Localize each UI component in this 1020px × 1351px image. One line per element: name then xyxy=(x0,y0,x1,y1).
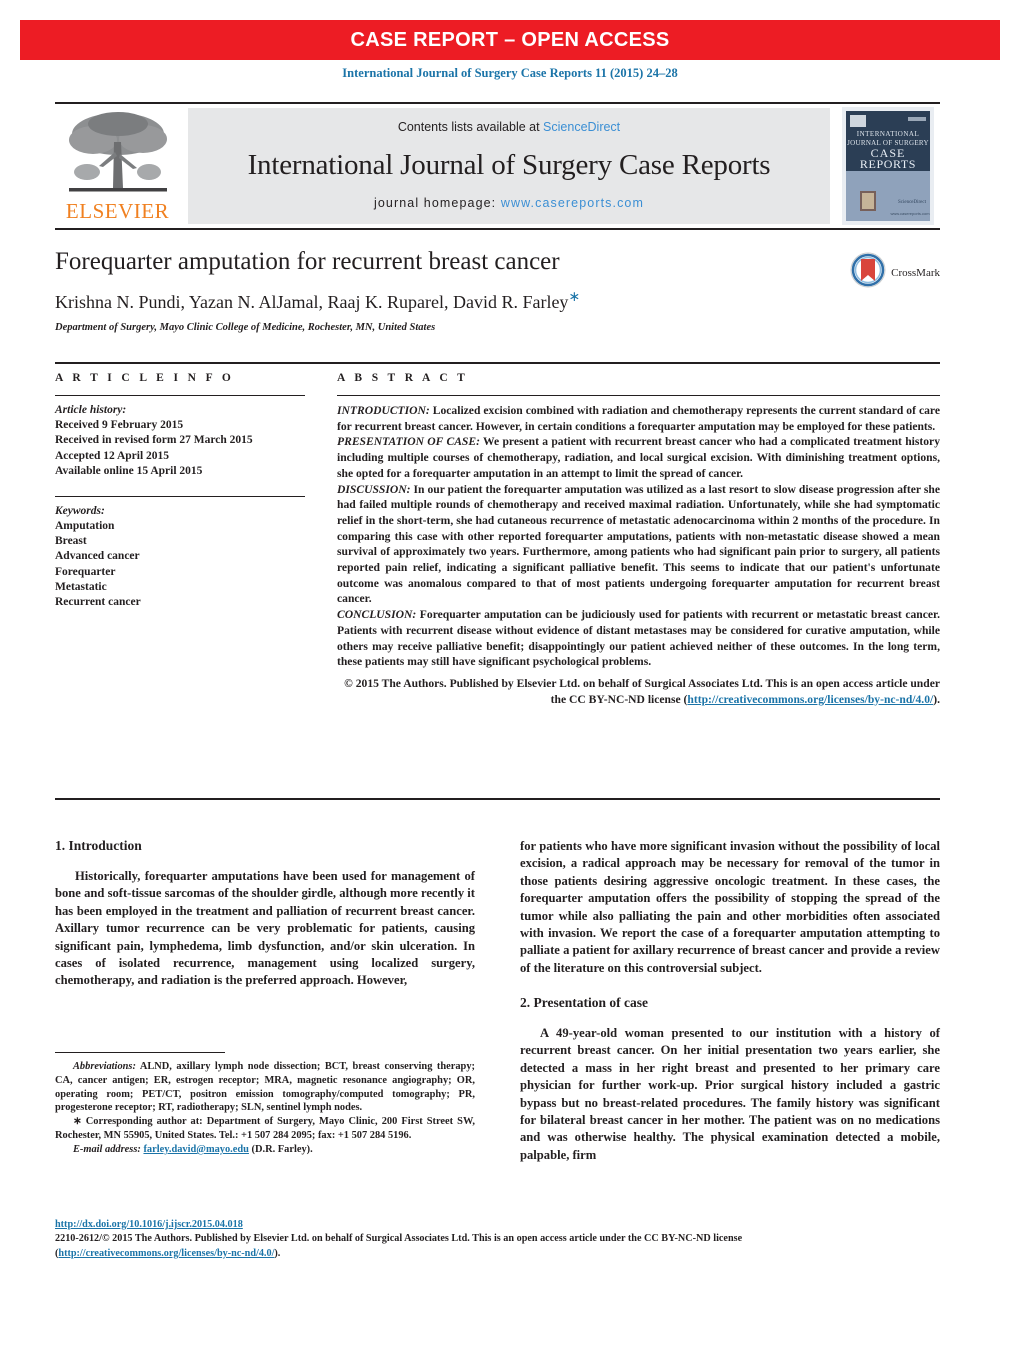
running-head: International Journal of Surgery Case Re… xyxy=(342,66,678,80)
title-divider-rule xyxy=(55,362,940,364)
history-online: Available online 15 April 2015 xyxy=(55,464,203,477)
article-history-label: Article history: xyxy=(55,404,127,416)
author-names: Krishna N. Pundi, Yazan N. AlJamal, Raaj… xyxy=(55,291,569,312)
body-right-column: for patients who have more significant i… xyxy=(520,838,940,1164)
doi-link[interactable]: http://dx.doi.org/10.1016/j.ijscr.2015.0… xyxy=(55,1219,243,1230)
license-close-paren: ). xyxy=(274,1247,281,1259)
abstract-label-presentation: PRESENTATION OF CASE: xyxy=(337,435,480,449)
corresponding-author-star: ∗ xyxy=(73,1116,82,1128)
article-info-divider xyxy=(55,395,305,396)
journal-homepage-link[interactable]: www.casereports.com xyxy=(501,196,644,210)
abstract-label-discussion: DISCUSSION: xyxy=(337,482,411,496)
email-owner: (D.R. Farley). xyxy=(248,1143,313,1155)
author-list: Krishna N. Pundi, Yazan N. AlJamal, Raaj… xyxy=(55,289,940,313)
keywords-label: Keywords: xyxy=(55,504,105,517)
license-line: (http://creativecommons.org/licenses/by-… xyxy=(55,1247,940,1261)
affiliation: Department of Surgery, Mayo Clinic Colle… xyxy=(55,321,436,333)
keyword-item: Forequarter xyxy=(55,565,116,578)
history-revised: Received in revised form 27 March 2015 xyxy=(55,434,253,447)
bottom-doi-block: http://dx.doi.org/10.1016/j.ijscr.2015.0… xyxy=(55,1218,940,1261)
footnotes-block: Abbreviations: ALND, axillary lymph node… xyxy=(55,1060,475,1157)
email-label: E-mail address: xyxy=(73,1143,141,1155)
journal-cover-thumbnail: INTERNATIONAL JOURNAL OF SURGERY CASE RE… xyxy=(836,107,940,225)
abstract-section-introduction: INTRODUCTION: Localized excision combine… xyxy=(337,403,940,434)
journal-homepage-prefix: journal homepage: xyxy=(374,196,501,210)
contents-lists-line: Contents lists available at ScienceDirec… xyxy=(398,120,620,134)
copyright-tail: ). xyxy=(933,692,940,706)
history-received: Received 9 February 2015 xyxy=(55,419,184,432)
abstract-text-discussion: In our patient the forequarter amputatio… xyxy=(337,482,940,606)
bottom-cc-license-link[interactable]: http://creativecommons.org/licenses/by-n… xyxy=(58,1248,274,1259)
article-title-block: Forequarter amputation for recurrent bre… xyxy=(55,248,940,333)
keywords-block: Keywords: Amputation Breast Advanced can… xyxy=(55,504,305,610)
svg-text:www.casereports.com: www.casereports.com xyxy=(890,211,930,216)
page-title: Forequarter amputation for recurrent bre… xyxy=(55,248,560,275)
elsevier-tree-icon xyxy=(63,108,173,200)
open-access-banner: CASE REPORT – OPEN ACCESS xyxy=(20,20,1000,60)
keyword-item: Breast xyxy=(55,535,87,548)
corresponding-author-text: Corresponding author at: Department of S… xyxy=(55,1116,475,1142)
abstract-copyright: © 2015 The Authors. Published by Elsevie… xyxy=(337,676,940,707)
abstract-text-conclusion: Forequarter amputation can be judiciousl… xyxy=(337,608,940,669)
keywords-divider xyxy=(55,495,305,497)
contents-lists-prefix: Contents lists available at xyxy=(397,120,544,134)
keyword-item: Metastatic xyxy=(55,580,107,593)
abstract-bottom-rule xyxy=(55,798,940,800)
corresponding-author-marker[interactable]: ∗ xyxy=(568,290,580,305)
footnote-email: E-mail address: farley.david@mayo.edu (D… xyxy=(55,1143,475,1157)
doi-line: http://dx.doi.org/10.1016/j.ijscr.2015.0… xyxy=(55,1218,940,1232)
email-link[interactable]: farley.david@mayo.edu xyxy=(143,1144,249,1155)
info-abstract-region: A R T I C L E I N F O Article history: R… xyxy=(55,372,940,707)
journal-homepage-line: journal homepage: www.casereports.com xyxy=(374,196,644,210)
crossmark-badge[interactable]: CrossMark xyxy=(850,252,940,293)
sciencedirect-link[interactable]: ScienceDirect xyxy=(543,120,620,134)
abstract-body: INTRODUCTION: Localized excision combine… xyxy=(337,403,940,670)
svg-text:REPORTS: REPORTS xyxy=(860,157,916,171)
crossmark-icon[interactable] xyxy=(850,252,886,293)
svg-text:INTERNATIONAL: INTERNATIONAL xyxy=(857,130,920,138)
footnote-separator-rule xyxy=(55,1052,225,1053)
elsevier-wordmark: ELSEVIER xyxy=(65,199,170,223)
journal-masthead: ELSEVIER Contents lists available at Sci… xyxy=(55,102,940,230)
article-info-heading: A R T I C L E I N F O xyxy=(55,372,235,384)
abstract-section-presentation: PRESENTATION OF CASE: We present a patie… xyxy=(337,434,940,481)
journal-title: International Journal of Surgery Case Re… xyxy=(247,148,771,181)
history-accepted: Accepted 12 April 2015 xyxy=(55,449,170,462)
abstract-column: A B S T R A C T INTRODUCTION: Localized … xyxy=(337,372,940,707)
abstract-section-conclusion: CONCLUSION: Forequarter amputation can b… xyxy=(337,607,940,670)
issn-license-line: 2210-2612/© 2015 The Authors. Published … xyxy=(55,1232,940,1246)
keyword-item: Recurrent cancer xyxy=(55,595,141,608)
paragraph-introduction-continued: for patients who have more significant i… xyxy=(520,839,940,975)
abstract-divider xyxy=(337,395,940,396)
issn-text: 2210-2612/© 2015 The Authors. Published … xyxy=(55,1233,743,1245)
crossmark-label: CrossMark xyxy=(891,266,940,279)
open-access-banner-text: CASE REPORT – OPEN ACCESS xyxy=(350,28,670,51)
abstract-section-discussion: DISCUSSION: In our patient the forequart… xyxy=(337,482,940,608)
elsevier-logo: ELSEVIER xyxy=(55,108,180,224)
cc-license-link[interactable]: http://creativecommons.org/licenses/by-n… xyxy=(687,693,933,706)
abstract-label-conclusion: CONCLUSION: xyxy=(337,608,417,622)
section-heading-introduction: 1. Introduction xyxy=(55,838,142,853)
masthead-center-panel: Contents lists available at ScienceDirec… xyxy=(188,108,830,224)
footnote-abbreviations: Abbreviations: ALND, axillary lymph node… xyxy=(55,1060,475,1115)
section-heading-presentation: 2. Presentation of case xyxy=(520,995,648,1010)
abbreviations-label: Abbreviations: xyxy=(73,1061,136,1072)
paragraph-presentation-of-case: A 49-year-old woman presented to our ins… xyxy=(520,1026,940,1162)
article-history: Article history: Received 9 February 201… xyxy=(55,403,305,479)
paragraph-introduction: Historically, forequarter amputations ha… xyxy=(55,869,475,988)
keyword-item: Advanced cancer xyxy=(55,550,140,563)
footnote-corresponding-author: ∗ Corresponding author at: Department of… xyxy=(55,1115,475,1143)
abstract-heading: A B S T R A C T xyxy=(337,372,469,384)
keyword-item: Amputation xyxy=(55,520,115,533)
abstract-label-introduction: INTRODUCTION: xyxy=(337,404,430,417)
article-info-column: A R T I C L E I N F O Article history: R… xyxy=(55,372,305,707)
svg-text:ScienceDirect: ScienceDirect xyxy=(898,200,927,205)
